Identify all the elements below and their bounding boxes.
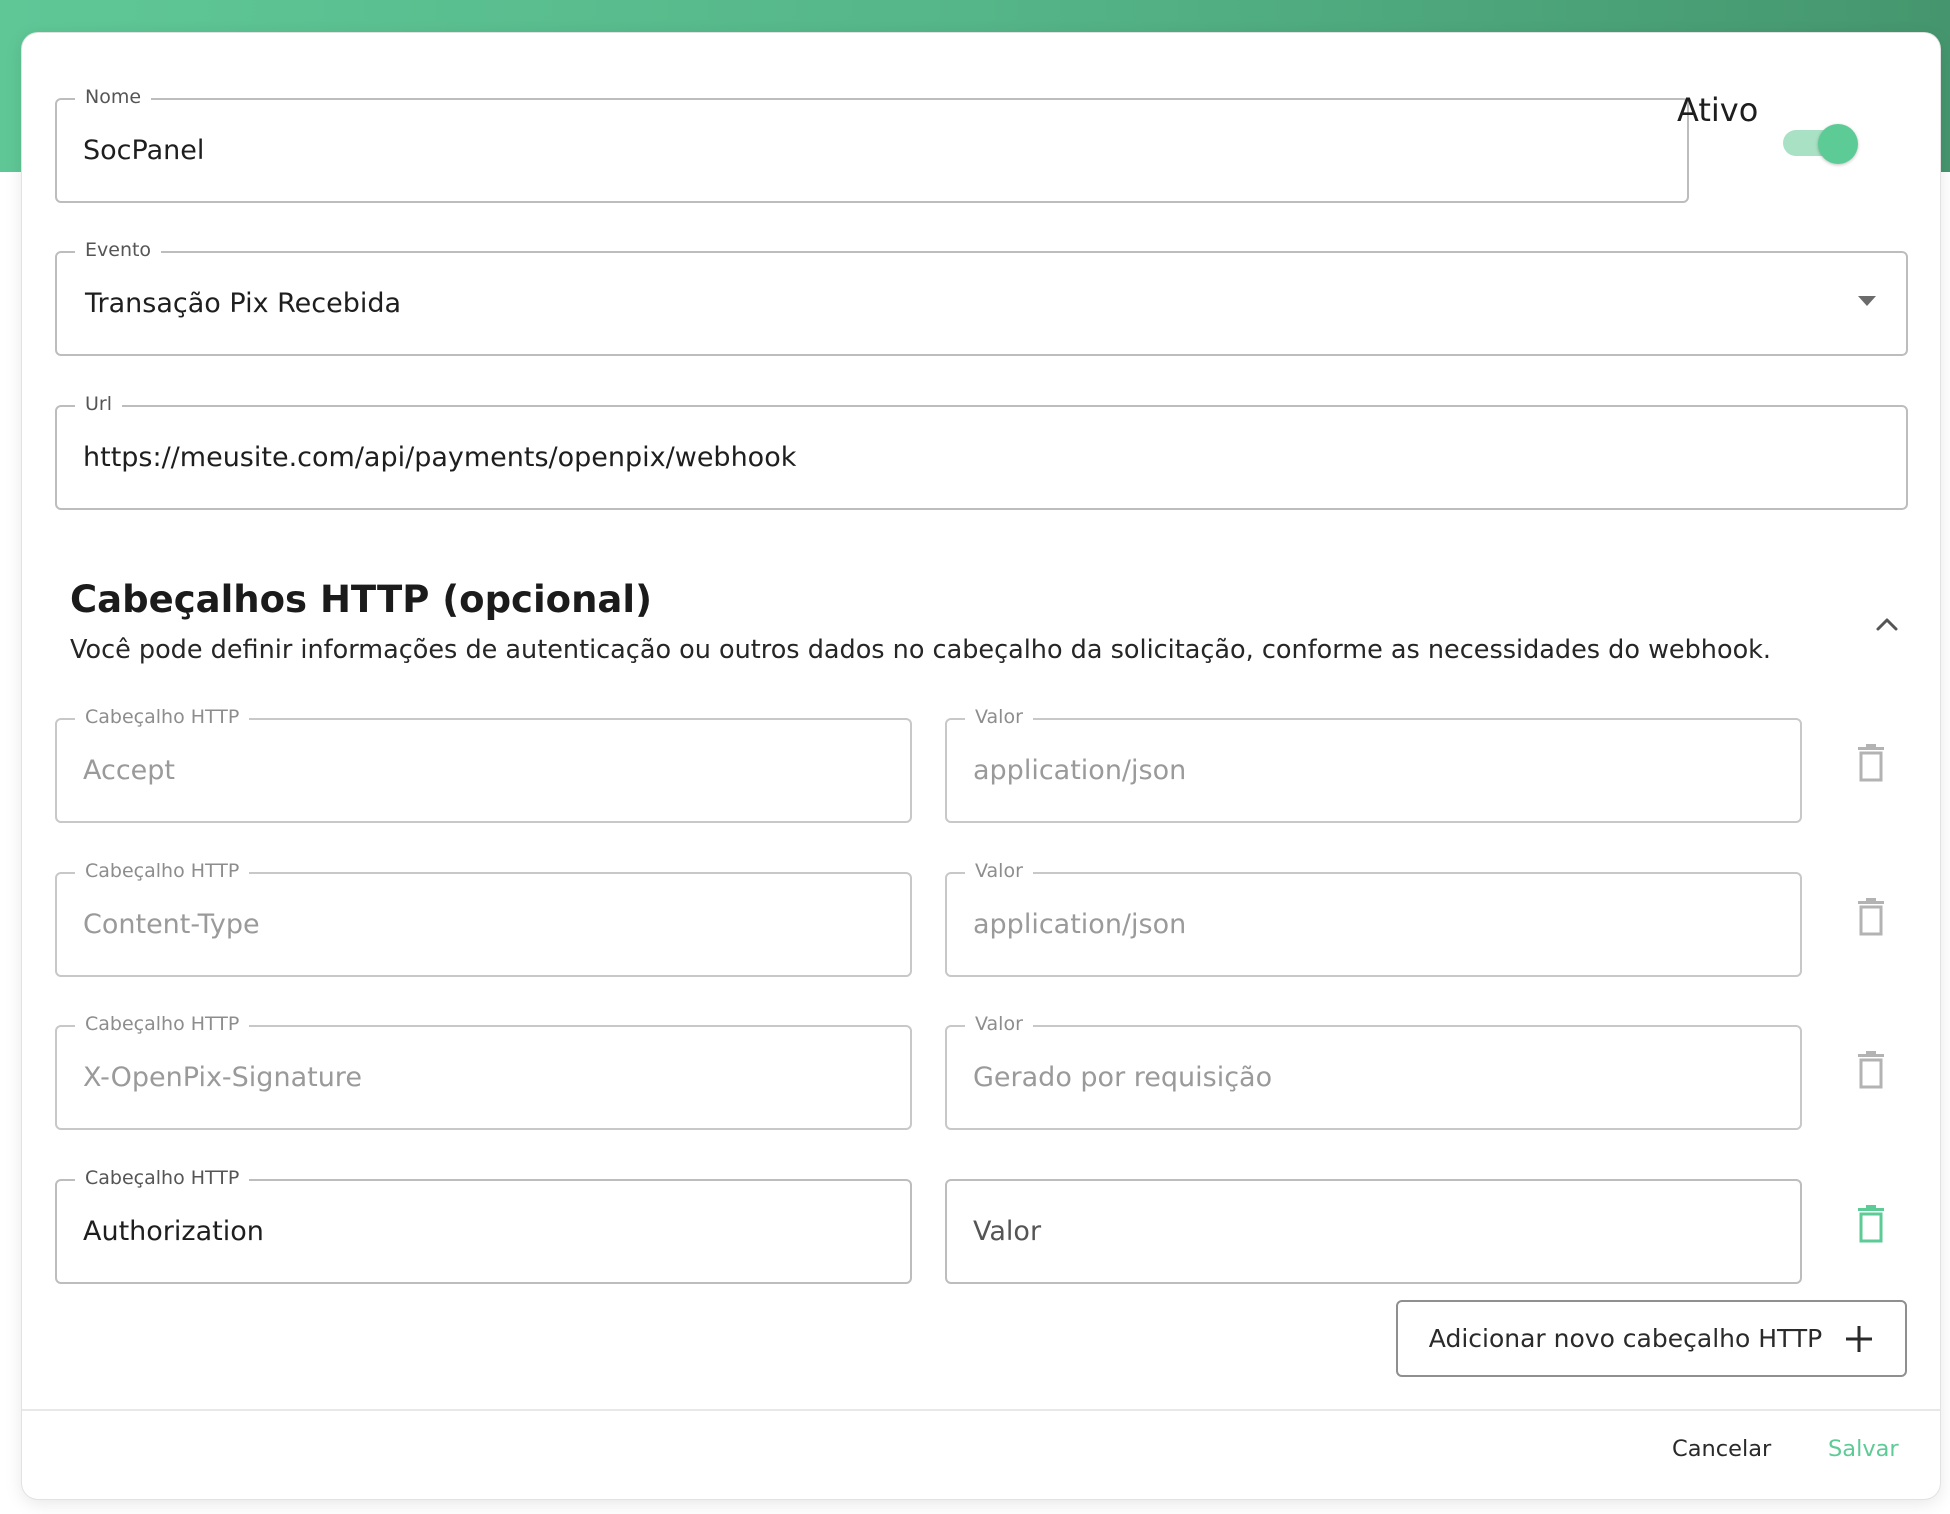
header-key-field[interactable]: Cabeçalho HTTP X-OpenPix-Signature <box>55 1008 912 1130</box>
trash-icon[interactable] <box>1856 1205 1886 1243</box>
trash-icon <box>1858 1051 1884 1089</box>
add-header-label: Adicionar novo cabeçalho HTTP <box>1428 1324 1823 1353</box>
event-value: Transação Pix Recebida <box>85 288 402 319</box>
header-value-field[interactable]: Valor Gerado por requisição <box>945 1008 1802 1130</box>
header-key-field[interactable]: Cabeçalho HTTP Accept <box>55 701 912 823</box>
url-value: https://meusite.com/api/payments/openpix… <box>83 442 797 473</box>
url-field[interactable]: Url https://meusite.com/api/payments/ope… <box>55 388 1908 510</box>
header-value-value: application/json <box>973 755 1187 786</box>
footer-divider <box>22 1409 1940 1411</box>
header-value-field[interactable]: Valor application/json <box>945 701 1802 823</box>
save-button[interactable]: Salvar <box>1828 1436 1899 1462</box>
header-key-value: Content-Type <box>83 909 260 940</box>
name-field[interactable]: Nome SocPanel <box>55 81 1689 203</box>
chevron-up-icon[interactable] <box>1872 612 1902 636</box>
header-key-field[interactable]: Cabeçalho HTTP Authorization <box>55 1162 912 1284</box>
headers-section-title: Cabeçalhos HTTP (opcional) <box>70 578 652 621</box>
plus-icon <box>1846 1325 1873 1352</box>
name-value: SocPanel <box>83 135 205 166</box>
trash-icon <box>1858 744 1884 782</box>
header-key-field[interactable]: Cabeçalho HTTP Content-Type <box>55 855 912 977</box>
trash-icon <box>1858 898 1884 936</box>
header-value-field[interactable]: Valor application/json <box>945 855 1802 977</box>
cancel-button[interactable]: Cancelar <box>1672 1436 1771 1462</box>
header-value-input[interactable]: Valor <box>945 1179 1802 1284</box>
event-select[interactable]: Evento Transação Pix Recebida <box>55 234 1908 356</box>
header-value-value: Gerado por requisição <box>973 1062 1273 1093</box>
header-key-value: Authorization <box>83 1216 264 1247</box>
header-value-value: application/json <box>973 909 1187 940</box>
header-key-value: X-OpenPix-Signature <box>83 1062 362 1093</box>
header-value-placeholder: Valor <box>973 1216 1042 1247</box>
headers-section-description: Você pode definir informações de autenti… <box>70 635 1772 665</box>
active-label: Ativo <box>1677 91 1759 129</box>
caret-down-icon[interactable] <box>1858 296 1876 306</box>
header-key-value: Accept <box>83 755 176 786</box>
add-header-button[interactable]: Adicionar novo cabeçalho HTTP <box>1396 1300 1907 1377</box>
active-toggle-thumb[interactable] <box>1818 124 1858 164</box>
